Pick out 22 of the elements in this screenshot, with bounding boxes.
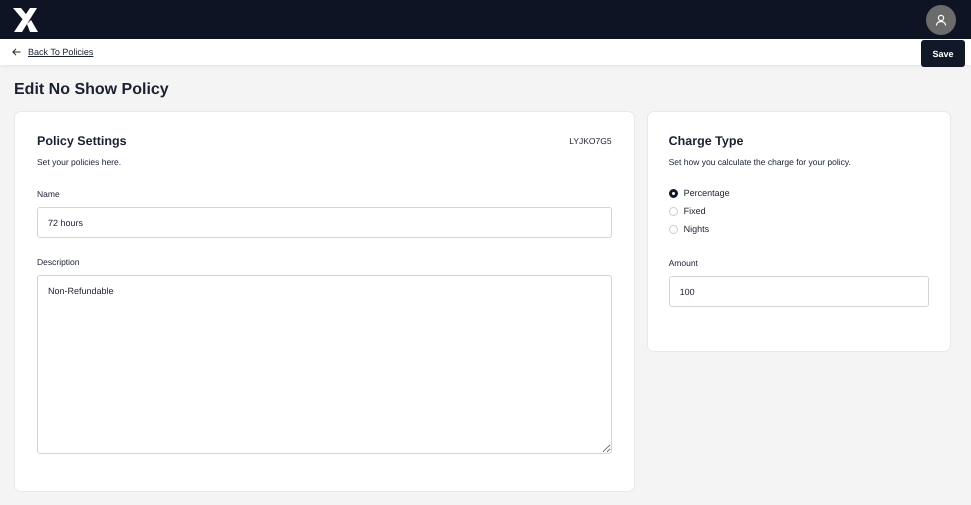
radio-button[interactable] — [668, 188, 678, 198]
card-title: Policy Settings — [37, 134, 127, 148]
card-title: Charge Type — [668, 134, 744, 148]
card-subtitle: Set how you calculate the charge for your policy. — [668, 157, 852, 167]
person-icon — [935, 14, 947, 26]
field-label: Name — [37, 189, 61, 199]
field-label: Description — [37, 257, 81, 267]
save-button[interactable]: Save — [921, 40, 965, 67]
avatar-button[interactable] — [926, 4, 956, 34]
name-field[interactable]: 72 hours — [37, 207, 612, 238]
back-link[interactable]: Back To Policies — [12, 47, 94, 57]
field-label: Amount — [668, 258, 699, 268]
card-subtitle: Set your policies here. — [37, 157, 122, 167]
radio-option[interactable]: Percentage — [668, 188, 929, 198]
description-field[interactable]: Non-Refundable — [37, 275, 612, 454]
radio-option[interactable]: Nights — [668, 224, 929, 234]
radio-option[interactable]: Fixed — [668, 206, 929, 216]
arrow-left-icon — [12, 48, 21, 56]
logo-icon[interactable] — [11, 6, 39, 32]
amount-field[interactable]: 100 — [668, 276, 929, 307]
policy-code: LYJKO7G5 — [569, 136, 612, 146]
page-title: Edit No Show Policy — [14, 81, 170, 99]
